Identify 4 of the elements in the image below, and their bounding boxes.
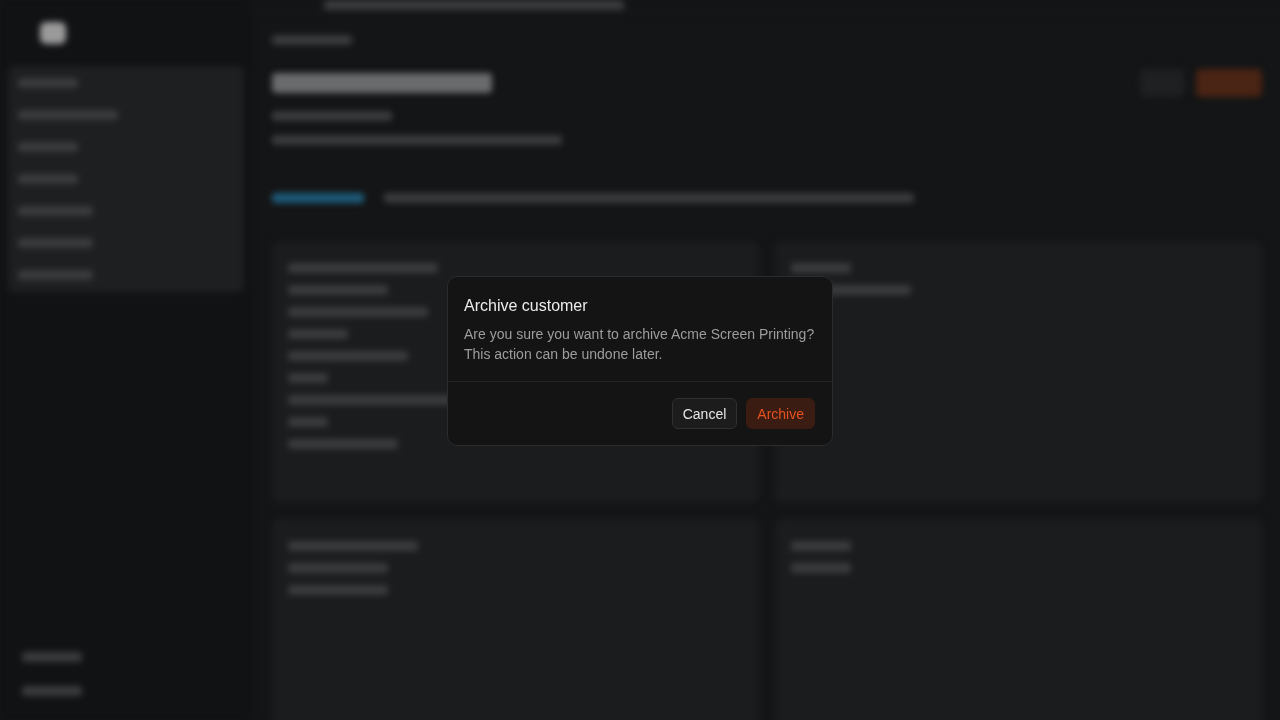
- archive-button[interactable]: Archive: [746, 398, 815, 429]
- dialog-message: Are you sure you want to archive Acme Screen Printing? This action can be undone later.: [464, 325, 816, 364]
- dialog-title: Archive customer: [464, 296, 589, 316]
- cancel-button[interactable]: Cancel: [671, 398, 738, 429]
